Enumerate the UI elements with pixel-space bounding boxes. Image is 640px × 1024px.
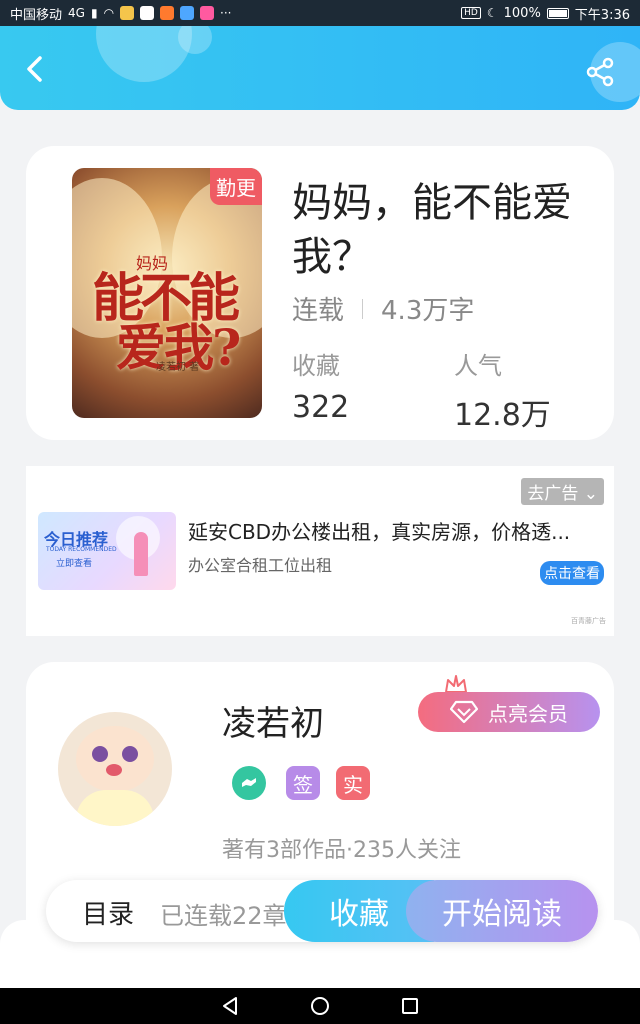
start-reading-button[interactable]: 开始阅读 <box>406 880 598 942</box>
avatar-eye <box>122 746 138 762</box>
nav-recents-icon[interactable] <box>400 996 420 1016</box>
remove-ad-label: 去广告 <box>527 484 579 504</box>
carrier-label: 中国移动 <box>10 7 63 23</box>
battery-icon <box>546 7 569 19</box>
back-arrow-icon[interactable] <box>20 54 50 84</box>
ad-image-figure <box>134 532 148 576</box>
more-notifications-icon: ··· <box>220 6 232 20</box>
chevron-down-icon: ⌄ <box>583 484 598 504</box>
ad-view-button[interactable]: 点击查看 <box>540 561 604 585</box>
toc-button[interactable]: 目录 <box>82 894 134 931</box>
book-cover[interactable]: 妈妈 能不能 爱我? 凌若初 著 勤更 <box>72 168 262 418</box>
network-type: 4G <box>68 6 85 20</box>
word-count: 4.3万字 <box>381 296 475 326</box>
serial-status: 连载 <box>292 296 345 326</box>
share-icon[interactable] <box>584 56 616 88</box>
ad-image-subtitle: TODAY RECOMMENDED <box>46 546 117 553</box>
bottom-action-bar: 目录 已连载22章 收藏 开始阅读 <box>46 880 598 942</box>
vip-button-label: 点亮会员 <box>488 701 568 726</box>
hd-icon: HD <box>461 7 481 19</box>
avatar-shirt <box>76 790 154 826</box>
system-nav-bar <box>0 988 640 1024</box>
vip-button[interactable]: 点亮会员 <box>418 692 600 732</box>
header-decoration <box>178 26 212 54</box>
chapter-count[interactable]: 已连载22章 <box>160 896 287 931</box>
ad-image[interactable]: 今日推荐 TODAY RECOMMENDED 立即查看 <box>38 512 176 590</box>
favorites-button-label: 收藏 <box>329 897 389 932</box>
signal-icon: ▮ <box>90 6 98 20</box>
update-badge: 勤更 <box>210 168 262 205</box>
ad-banner[interactable]: 去广告 ⌄ 今日推荐 TODAY RECOMMENDED 立即查看 延安CBD办… <box>26 466 614 636</box>
author-name[interactable]: 凌若初 <box>222 696 324 745</box>
diamond-icon <box>450 700 478 724</box>
book-title: 妈妈，能不能爱我？ <box>292 180 572 280</box>
cover-author: 凌若初 著 <box>156 362 200 373</box>
divider <box>362 298 364 319</box>
top-header <box>0 26 640 110</box>
ad-title[interactable]: 延安CBD办公楼出租，真实房源，价格透... <box>188 516 598 545</box>
nav-back-icon[interactable] <box>220 996 240 1016</box>
author-avatar[interactable] <box>58 712 172 826</box>
verified-author-tag: 实 <box>336 766 370 800</box>
ad-image-cta: 立即查看 <box>56 559 93 569</box>
avatar-face <box>76 726 154 792</box>
app-notification-icon <box>180 6 195 20</box>
start-reading-label: 开始阅读 <box>442 897 562 932</box>
book-info-card: 妈妈 能不能 爱我? 凌若初 著 勤更 妈妈，能不能爱我？ 连载 4.3万字 收… <box>26 146 614 440</box>
popularity-label: 人气 <box>454 352 502 380</box>
ad-subtitle: 办公室合租工位出租 <box>188 556 333 575</box>
favorites-label: 收藏 <box>292 352 340 380</box>
avatar-eye <box>92 746 108 762</box>
popularity-value: 12.8万 <box>454 398 551 433</box>
app-notification-icon <box>200 6 215 20</box>
wifi-icon: ◠ <box>103 6 115 20</box>
signed-author-tag: 签 <box>286 766 320 800</box>
status-bar: 中国移动 4G ▮ ◠ ··· HD ☾ 100% 下午3:36 <box>0 0 640 26</box>
crown-icon <box>445 675 467 693</box>
ad-source-label: 百青藤广告 <box>571 617 606 625</box>
avatar-mouth <box>106 764 122 776</box>
favorites-value: 322 <box>292 390 350 425</box>
app-notification-icon <box>120 6 135 20</box>
app-notification-icon <box>160 6 175 20</box>
battery-percent: 100% <box>503 5 541 21</box>
clock: 下午3:36 <box>574 7 630 23</box>
moon-icon: ☾ <box>486 6 498 20</box>
badge-medal-icon <box>232 766 266 800</box>
nav-home-icon[interactable] <box>310 996 330 1016</box>
book-meta: 连载 4.3万字 <box>292 290 474 327</box>
app-notification-icon <box>140 6 155 20</box>
author-stats: 著有3部作品·235人关注 <box>222 838 461 863</box>
remove-ad-button[interactable]: 去广告 ⌄ <box>521 478 604 505</box>
